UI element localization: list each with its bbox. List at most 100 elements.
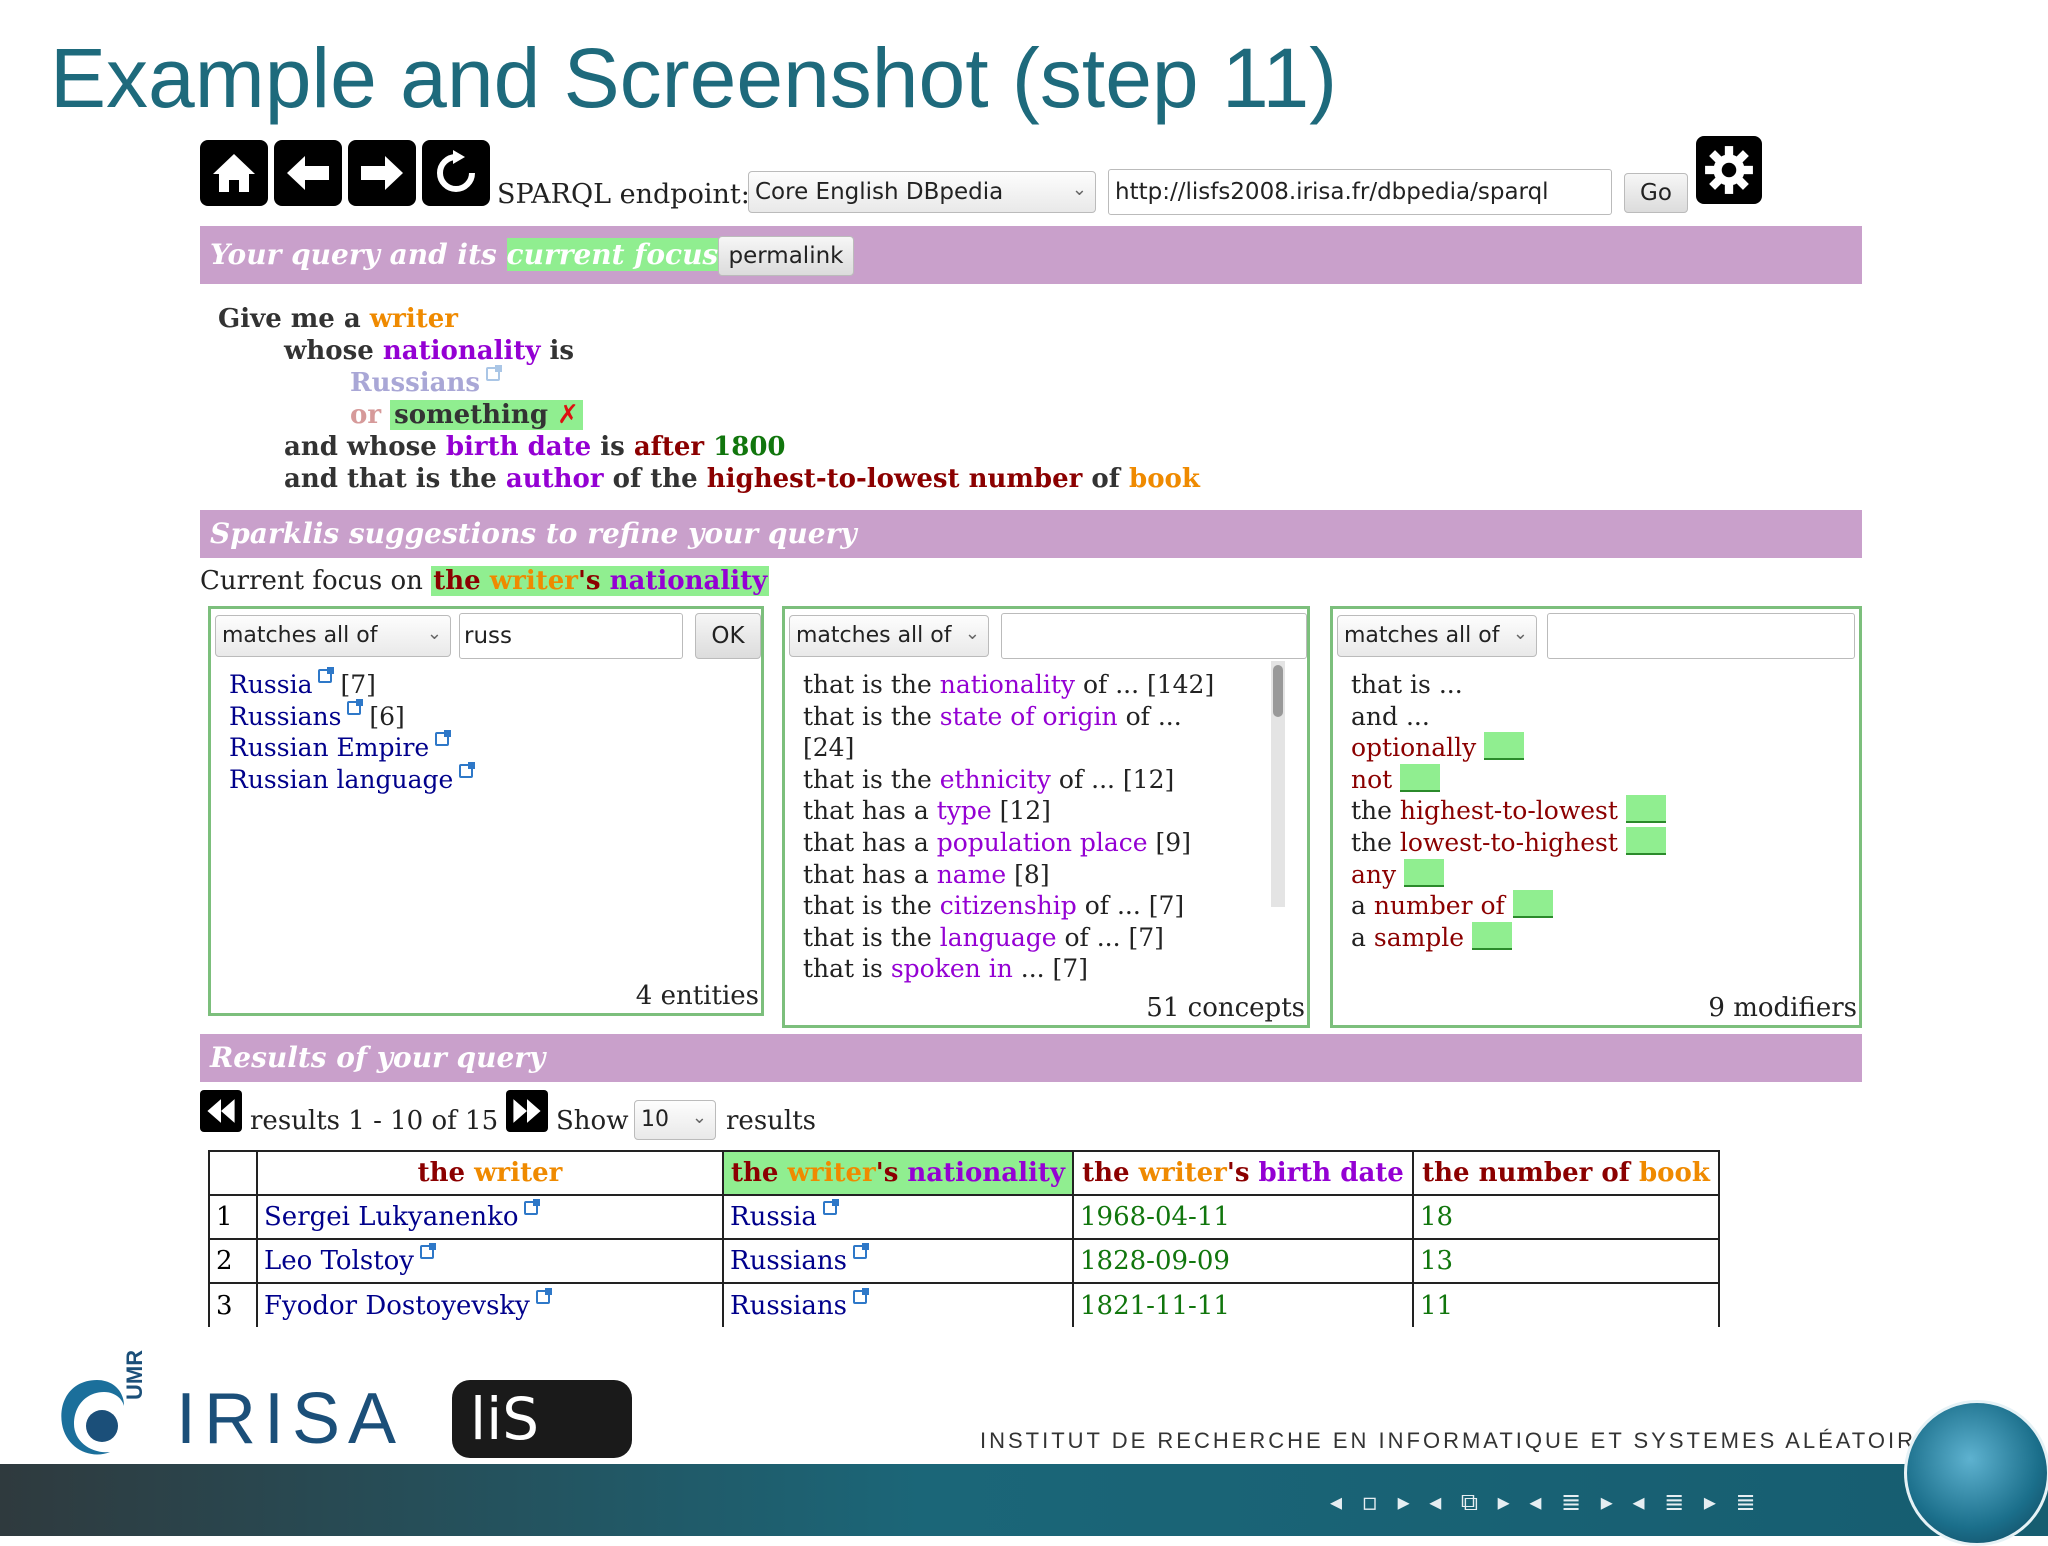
- list-item[interactable]: and ...: [1351, 701, 1666, 733]
- page-size-select[interactable]: 10 ⌄: [634, 1100, 716, 1140]
- external-link-icon[interactable]: [822, 1199, 839, 1215]
- nationality-link[interactable]: Russians: [730, 1246, 847, 1276]
- concepts-filter-mode[interactable]: matches all of ⌄: [789, 615, 989, 657]
- concepts-scrollbar[interactable]: [1271, 661, 1285, 907]
- modifier-label[interactable]: number of: [1374, 891, 1505, 920]
- list-item[interactable]: that is the ethnicity of ... [12]: [803, 764, 1214, 796]
- back-button[interactable]: [274, 140, 342, 206]
- external-link-icon[interactable]: [852, 1287, 869, 1304]
- list-item[interactable]: a number of: [1351, 890, 1666, 922]
- concept-label[interactable]: language: [940, 923, 1057, 952]
- query-class-book[interactable]: book: [1129, 464, 1200, 494]
- concept-label[interactable]: spoken in: [891, 954, 1013, 983]
- list-item[interactable]: Russia [7]: [229, 667, 473, 701]
- endpoint-select[interactable]: Core English DBpedia ⌄: [748, 171, 1096, 213]
- list-item[interactable]: optionally: [1351, 732, 1666, 764]
- list-item[interactable]: Russian language: [229, 761, 476, 796]
- concept-label[interactable]: state of origin: [940, 702, 1118, 731]
- query-property-author[interactable]: author: [506, 464, 604, 494]
- modifier-label[interactable]: optionally: [1351, 733, 1476, 762]
- birth-date-cell[interactable]: 1828-09-09: [1072, 1238, 1414, 1284]
- list-item[interactable]: that has a type [12]: [803, 795, 1214, 827]
- list-item[interactable]: [24]: [803, 732, 1214, 764]
- endpoint-url-input[interactable]: http://lisfs2008.irisa.fr/dbpedia/sparql: [1108, 169, 1612, 215]
- list-item[interactable]: that has a name [8]: [803, 859, 1214, 891]
- delete-icon[interactable]: ✗: [557, 400, 579, 430]
- writer-link[interactable]: Fyodor Dostoyevsky: [264, 1291, 530, 1321]
- list-item[interactable]: that is the citizenship of ... [7]: [803, 890, 1214, 922]
- list-item[interactable]: the lowest-to-highest: [1351, 826, 1666, 859]
- modifier-label[interactable]: any: [1351, 860, 1396, 889]
- entity-label[interactable]: Russian language: [229, 765, 453, 794]
- list-item[interactable]: that is the nationality of ... [142]: [803, 669, 1214, 701]
- modifiers-filter-input[interactable]: [1547, 613, 1855, 659]
- birth-date-cell[interactable]: 1821-11-11: [1072, 1282, 1414, 1327]
- column-header-nationality[interactable]: the writer's nationality: [722, 1150, 1074, 1196]
- slide-navigation-controls[interactable]: ◂ ▫ ▸ ◂ ⧉ ▸ ◂ ≣ ▸ ◂ ≣ ▸ ≣: [1330, 1488, 1762, 1516]
- modifier-label[interactable]: sample: [1374, 923, 1464, 952]
- entities-filter-mode[interactable]: matches all of ⌄: [215, 615, 451, 657]
- query-property-nationality[interactable]: nationality: [383, 336, 541, 366]
- query-focus-something[interactable]: something ✗: [390, 400, 583, 430]
- home-button[interactable]: [200, 140, 268, 206]
- list-item[interactable]: not: [1351, 763, 1666, 796]
- concept-label[interactable]: ethnicity: [940, 765, 1051, 794]
- writer-link[interactable]: Leo Tolstoy: [264, 1246, 414, 1276]
- external-link-icon[interactable]: [459, 761, 476, 778]
- books-count-cell[interactable]: 11: [1412, 1282, 1720, 1327]
- external-link-icon[interactable]: [486, 365, 503, 381]
- list-item[interactable]: that is spoken in ... [7]: [803, 953, 1214, 985]
- entity-label[interactable]: Russian Empire: [229, 733, 429, 762]
- entity-label[interactable]: Russians: [229, 702, 341, 731]
- external-link-icon[interactable]: [524, 1199, 541, 1215]
- list-item[interactable]: the highest-to-lowest: [1351, 795, 1666, 827]
- modifier-label[interactable]: not: [1351, 765, 1392, 794]
- concept-label[interactable]: name: [937, 860, 1007, 889]
- entities-filter-input[interactable]: russ: [459, 613, 683, 659]
- list-item[interactable]: that is ...: [1351, 669, 1666, 701]
- list-item[interactable]: that is the language of ... [7]: [803, 922, 1214, 954]
- concepts-filter-input[interactable]: [1001, 613, 1307, 659]
- nationality-link[interactable]: Russians: [730, 1291, 847, 1321]
- external-link-icon[interactable]: [318, 667, 335, 683]
- permalink-button[interactable]: permalink: [718, 236, 854, 276]
- previous-page-button[interactable]: [200, 1090, 242, 1132]
- query-modifier-after[interactable]: after: [634, 432, 704, 462]
- concept-label[interactable]: nationality: [940, 670, 1075, 699]
- query-literal-1800[interactable]: 1800: [713, 432, 785, 462]
- modifiers-filter-mode[interactable]: matches all of ⌄: [1337, 615, 1537, 657]
- column-header-writer[interactable]: the writer: [256, 1150, 724, 1196]
- forward-button[interactable]: [348, 140, 416, 206]
- modifier-label[interactable]: lowest-to-highest: [1400, 828, 1618, 857]
- list-item[interactable]: any: [1351, 858, 1666, 891]
- list-item[interactable]: that has a population place [9]: [803, 827, 1214, 859]
- external-link-icon[interactable]: [420, 1243, 436, 1259]
- books-count-cell[interactable]: 13: [1412, 1238, 1720, 1284]
- refresh-button[interactable]: [422, 140, 490, 206]
- list-item[interactable]: Russians [6]: [229, 698, 473, 733]
- next-page-button[interactable]: [506, 1090, 548, 1132]
- books-count-cell[interactable]: 18: [1412, 1194, 1720, 1240]
- query-class-writer[interactable]: writer: [370, 304, 458, 334]
- concept-label[interactable]: citizenship: [940, 891, 1077, 920]
- birth-date-cell[interactable]: 1968-04-11: [1072, 1194, 1414, 1240]
- scrollbar-thumb[interactable]: [1273, 665, 1283, 717]
- query-modifier-number[interactable]: number: [969, 464, 1083, 494]
- nationality-link[interactable]: Russia: [730, 1202, 817, 1232]
- list-item[interactable]: a sample: [1351, 921, 1666, 954]
- query-entity-russians[interactable]: Russians: [350, 368, 480, 398]
- writer-link[interactable]: Sergei Lukyanenko: [264, 1202, 518, 1232]
- external-link-icon[interactable]: [435, 730, 452, 747]
- go-button[interactable]: Go: [1624, 173, 1688, 213]
- concept-label[interactable]: population place: [937, 828, 1148, 857]
- query-modifier-highest-to-lowest[interactable]: highest-to-lowest: [707, 464, 960, 494]
- external-link-icon[interactable]: [535, 1287, 552, 1304]
- settings-button[interactable]: [1696, 136, 1762, 204]
- external-link-icon[interactable]: [852, 1243, 869, 1259]
- list-item[interactable]: Russian Empire: [229, 730, 473, 764]
- column-header-number-of-books[interactable]: the number of book: [1412, 1150, 1720, 1196]
- list-item[interactable]: that is the state of origin of ...: [803, 701, 1214, 733]
- column-header-birth-date[interactable]: the writer's birth date: [1072, 1150, 1414, 1196]
- query-property-birth-date[interactable]: birth date: [446, 432, 591, 462]
- entities-ok-button[interactable]: OK: [695, 613, 761, 659]
